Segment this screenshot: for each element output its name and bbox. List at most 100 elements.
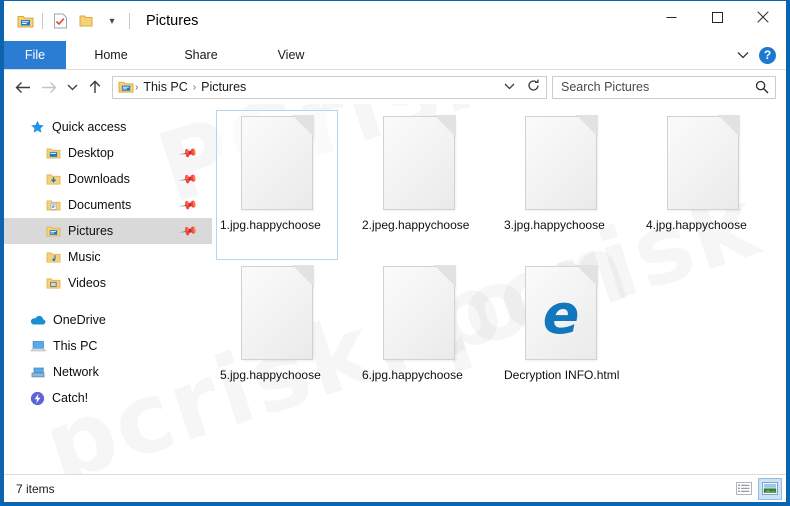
sidebar-item-music[interactable]: Music xyxy=(4,244,212,270)
up-button[interactable] xyxy=(82,74,108,100)
file-name: 5.jpg.happychoose xyxy=(220,368,321,382)
documents-folder-icon xyxy=(46,199,61,212)
pin-icon[interactable]: 📌 xyxy=(178,169,198,189)
pin-icon[interactable]: 📌 xyxy=(178,221,198,241)
sidebar-label-onedrive: OneDrive xyxy=(53,313,106,327)
network-icon xyxy=(30,366,46,379)
details-view-button[interactable] xyxy=(732,478,756,500)
toolbar-separator-2 xyxy=(129,13,130,29)
file-item[interactable]: 2.jpeg.happychoose xyxy=(358,110,480,260)
generic-file-icon xyxy=(241,265,314,360)
star-icon xyxy=(30,120,45,135)
sidebar-label-quick-access: Quick access xyxy=(52,120,127,134)
file-name: Decryption INFO.html xyxy=(504,368,620,382)
quick-access-dropdown-icon[interactable]: ▾ xyxy=(99,8,125,34)
sidebar-label-desktop: Desktop xyxy=(68,146,114,160)
generic-file-icon xyxy=(383,265,456,360)
file-explorer-window: PCrisk pcrisk.com pcrisk xyxy=(0,0,790,506)
edge-logo-icon: e xyxy=(542,283,580,346)
explorer-body: Quick access Desktop 📌 Downloads 📌 Docum… xyxy=(4,104,786,474)
sidebar-label-pictures: Pictures xyxy=(68,224,114,238)
view-toggle-group xyxy=(732,477,782,500)
explorer-icon[interactable] xyxy=(12,8,38,34)
address-dropdown-icon[interactable] xyxy=(498,81,521,93)
breadcrumb-item-pictures[interactable]: Pictures xyxy=(197,80,250,94)
file-item[interactable]: 3.jpg.happychoose xyxy=(500,110,622,260)
downloads-folder-icon xyxy=(46,173,61,186)
ribbon-tabs: File Home Share View ? xyxy=(4,41,786,70)
quick-access-toolbar: ▾ xyxy=(12,1,134,41)
sidebar-item-onedrive[interactable]: OneDrive xyxy=(4,307,212,333)
sidebar-item-videos[interactable]: Videos xyxy=(4,270,212,296)
new-folder-icon[interactable] xyxy=(73,8,99,34)
help-icon[interactable]: ? xyxy=(759,46,776,64)
generic-file-icon xyxy=(525,115,598,210)
breadcrumb[interactable]: › This PC › Pictures xyxy=(112,75,547,99)
properties-icon[interactable] xyxy=(47,8,73,34)
file-item[interactable]: 5.jpg.happychoose xyxy=(216,260,338,410)
sidebar-item-downloads[interactable]: Downloads 📌 xyxy=(4,166,212,192)
navigation-pane: Quick access Desktop 📌 Downloads 📌 Docum… xyxy=(4,104,212,474)
refresh-icon[interactable] xyxy=(521,79,546,95)
maximize-button[interactable] xyxy=(694,1,740,33)
sidebar-label-downloads: Downloads xyxy=(68,172,130,186)
file-item[interactable]: 1.jpg.happychoose xyxy=(216,110,338,260)
breadcrumb-tail xyxy=(498,79,546,95)
file-grid: 1.jpg.happychoose 2.jpeg.happychoose 3.j… xyxy=(216,110,786,410)
forward-button[interactable] xyxy=(36,74,62,100)
back-button[interactable] xyxy=(10,74,36,100)
desktop-folder-icon xyxy=(46,147,61,160)
breadcrumb-root-icon xyxy=(118,80,134,94)
breadcrumb-item-this-pc[interactable]: This PC xyxy=(139,80,191,94)
catch-icon xyxy=(30,391,45,406)
generic-file-icon xyxy=(667,115,740,210)
close-button[interactable] xyxy=(740,1,786,33)
pictures-folder-icon xyxy=(46,225,61,238)
sidebar-item-desktop[interactable]: Desktop 📌 xyxy=(4,140,212,166)
status-bar: 7 items xyxy=(4,474,786,502)
sidebar-label-catch: Catch! xyxy=(52,391,89,405)
file-list-view[interactable]: 1.jpg.happychoose 2.jpeg.happychoose 3.j… xyxy=(212,104,786,474)
sidebar-item-pictures[interactable]: Pictures 📌 xyxy=(4,218,212,244)
pin-icon[interactable]: 📌 xyxy=(178,195,198,215)
address-bar: › This PC › Pictures Search Pictures xyxy=(4,70,786,104)
music-folder-icon xyxy=(46,251,61,264)
file-name: 4.jpg.happychoose xyxy=(646,218,747,232)
recent-locations-icon[interactable] xyxy=(62,74,82,100)
this-pc-icon xyxy=(30,340,46,353)
window-title: Pictures xyxy=(146,13,199,29)
sidebar-label-music: Music xyxy=(68,250,101,264)
file-item[interactable]: 4.jpg.happychoose xyxy=(642,110,764,260)
search-placeholder: Search Pictures xyxy=(561,80,650,94)
tab-view[interactable]: View xyxy=(246,41,336,69)
search-icon[interactable] xyxy=(755,80,769,94)
minimize-button[interactable] xyxy=(648,1,694,33)
ribbon-right-controls: ? xyxy=(737,41,786,69)
edge-html-file-icon: e xyxy=(525,265,598,360)
sidebar-item-this-pc[interactable]: This PC xyxy=(4,333,212,359)
item-count-label: 7 items xyxy=(16,481,55,496)
chevron-down-icon[interactable] xyxy=(737,46,749,64)
tab-file[interactable]: File xyxy=(4,41,66,69)
title-bar: ▾ Pictures xyxy=(4,1,786,41)
tab-share[interactable]: Share xyxy=(156,41,246,69)
generic-file-icon xyxy=(383,115,456,210)
window-controls xyxy=(648,1,786,41)
sidebar-item-network[interactable]: Network xyxy=(4,359,212,385)
file-name: 1.jpg.happychoose xyxy=(220,218,321,232)
sidebar-item-quick-access[interactable]: Quick access xyxy=(4,114,212,140)
sidebar-item-documents[interactable]: Documents 📌 xyxy=(4,192,212,218)
search-input[interactable]: Search Pictures xyxy=(552,75,776,99)
file-item[interactable]: e Decryption INFO.html xyxy=(500,260,622,410)
pin-icon[interactable]: 📌 xyxy=(178,143,198,163)
sidebar-label-videos: Videos xyxy=(68,276,106,290)
file-name: 2.jpeg.happychoose xyxy=(362,218,470,232)
file-name: 3.jpg.happychoose xyxy=(504,218,605,232)
tab-home[interactable]: Home xyxy=(66,41,156,69)
large-icons-view-button[interactable] xyxy=(758,477,782,500)
onedrive-icon xyxy=(30,314,46,326)
sidebar-item-catch[interactable]: Catch! xyxy=(4,385,212,411)
file-item[interactable]: 6.jpg.happychoose xyxy=(358,260,480,410)
sidebar-label-documents: Documents xyxy=(68,198,132,212)
